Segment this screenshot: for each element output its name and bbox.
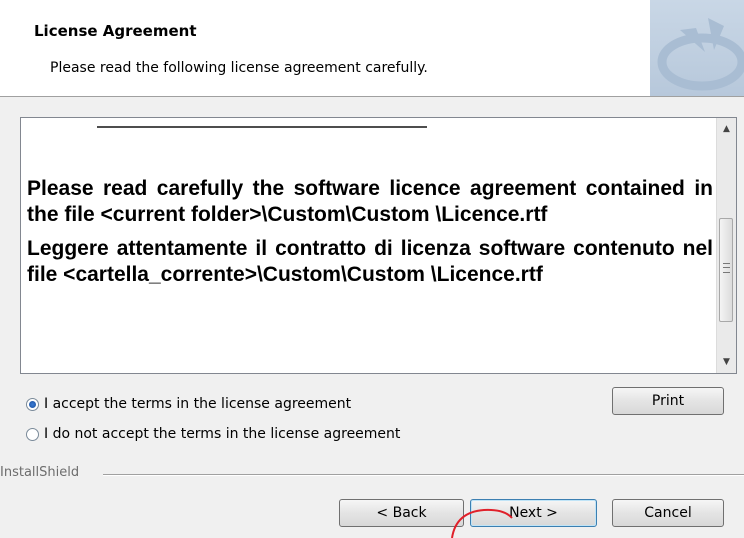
header-banner: License Agreement Please read the follow… [0,0,744,97]
print-button[interactable]: Print [612,387,724,415]
page-subtitle: Please read the following license agreem… [50,60,428,76]
page-title: License Agreement [34,22,197,40]
license-paragraph-italian: Leggere attentamente il contratto di lic… [27,237,713,286]
license-paragraph-english: Please read carefully the software licen… [27,177,713,226]
scroll-down-arrow-icon[interactable]: ▼ [717,353,736,371]
clipped-previous-text [97,126,427,128]
accept-option[interactable]: I accept the terms in the license agreem… [26,396,351,412]
installer-logo-icon [650,0,744,96]
license-text-box[interactable]: Please read carefully the software licen… [20,117,737,374]
reject-label[interactable]: I do not accept the terms in the license… [44,426,400,442]
scroll-up-arrow-icon[interactable]: ▲ [717,120,736,138]
scroll-thumb[interactable] [719,218,733,322]
grip-icon [723,263,730,273]
cancel-button[interactable]: Cancel [612,499,724,527]
license-scrollbar[interactable]: ▲ ▼ [716,118,736,373]
accept-label[interactable]: I accept the terms in the license agreem… [44,396,351,412]
separator [103,474,744,476]
reject-option[interactable]: I do not accept the terms in the license… [26,426,400,442]
installshield-brand: InstallShield [0,465,80,480]
license-text: Please read carefully the software licen… [27,126,713,296]
reject-radio[interactable] [26,427,39,441]
next-button[interactable]: Next > [470,499,597,527]
back-button[interactable]: < Back [339,499,464,527]
accept-radio[interactable] [26,397,39,411]
